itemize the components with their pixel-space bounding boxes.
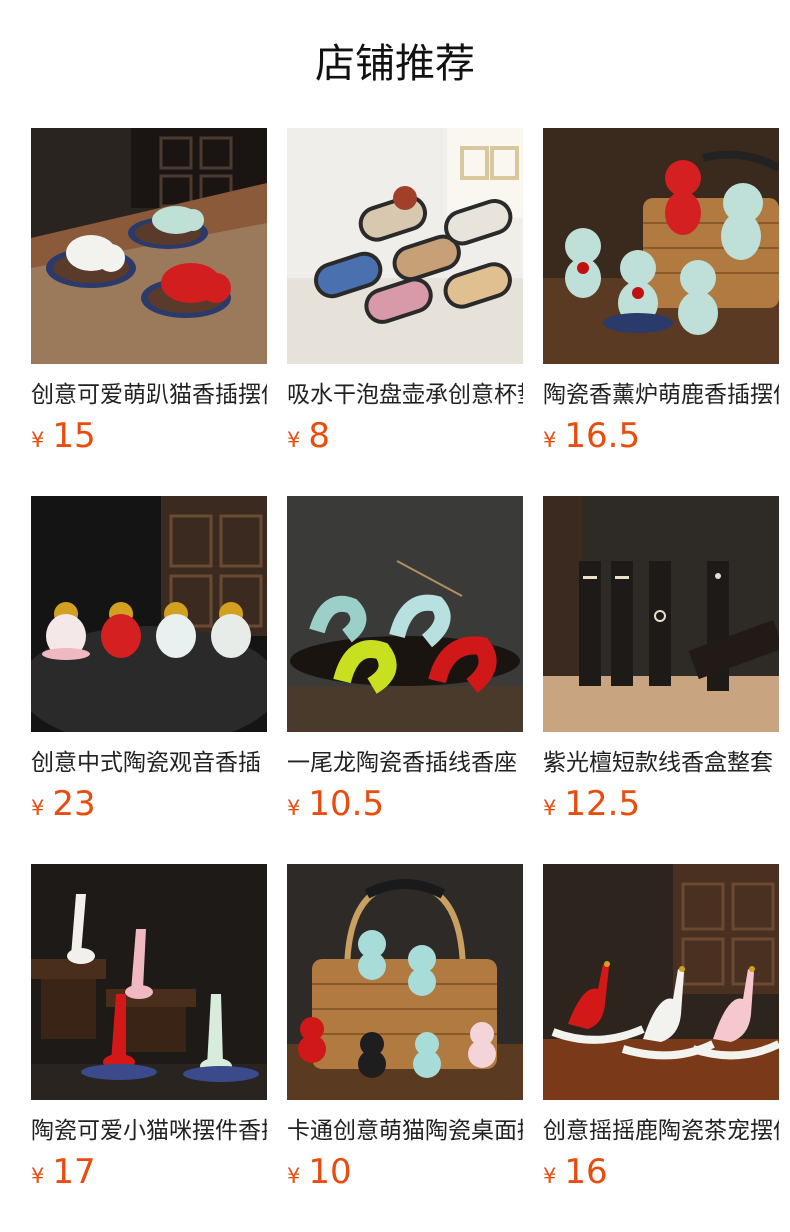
product-name[interactable]: 创意中式陶瓷观音香插 (31, 748, 267, 778)
product-price: ¥8 (287, 416, 523, 456)
price-value: 16 (564, 1152, 608, 1192)
currency-symbol: ¥ (543, 796, 557, 820)
currency-symbol: ¥ (543, 1164, 557, 1188)
currency-symbol: ¥ (287, 1164, 301, 1188)
price-value: 17 (52, 1152, 96, 1192)
currency-symbol: ¥ (31, 1164, 45, 1188)
product-card[interactable]: 创意可爱萌趴猫香插摆件 ¥15 (31, 128, 267, 456)
product-image[interactable] (287, 128, 523, 364)
product-name[interactable]: 一尾龙陶瓷香插线香座 (287, 748, 523, 778)
product-card[interactable]: 陶瓷香薰炉萌鹿香插摆件 ¥16.5 (543, 128, 779, 456)
product-card[interactable]: 陶瓷可爱小猫咪摆件香插 ¥17 (31, 864, 267, 1192)
price-value: 12.5 (564, 784, 641, 824)
currency-symbol: ¥ (543, 428, 557, 452)
section-title: 店铺推荐 (315, 41, 475, 87)
product-image[interactable] (31, 128, 267, 364)
price-value: 8 (308, 416, 331, 456)
price-value: 23 (52, 784, 96, 824)
wooden-incense-boxes-icon (543, 496, 779, 732)
product-price: ¥10 (287, 1152, 523, 1192)
product-card[interactable]: 卡通创意萌猫陶瓷桌面摆件 ¥10 (287, 864, 523, 1192)
product-image[interactable] (543, 496, 779, 732)
product-name[interactable]: 吸水干泡盘壶承创意杯垫 (287, 380, 523, 410)
price-value: 16.5 (564, 416, 641, 456)
product-image[interactable] (287, 496, 523, 732)
painted-tea-trays-icon (287, 128, 523, 364)
rocking-deer-figurines-icon (543, 864, 779, 1100)
product-name[interactable]: 创意摇摇鹿陶瓷茶宠摆件 (543, 1116, 779, 1146)
product-card[interactable]: 创意摇摇鹿陶瓷茶宠摆件 ¥16 (543, 864, 779, 1192)
ceramic-cats-with-basket-icon (287, 864, 523, 1100)
product-price: ¥15 (31, 416, 267, 456)
product-name[interactable]: 创意可爱萌趴猫香插摆件 (31, 380, 267, 410)
product-price: ¥10.5 (287, 784, 523, 824)
product-price: ¥16 (543, 1152, 779, 1192)
product-image[interactable] (31, 864, 267, 1100)
product-price: ¥23 (31, 784, 267, 824)
product-price: ¥16.5 (543, 416, 779, 456)
product-name[interactable]: 卡通创意萌猫陶瓷桌面摆件 (287, 1116, 523, 1146)
currency-symbol: ¥ (287, 428, 301, 452)
product-name[interactable]: 陶瓷香薰炉萌鹿香插摆件 (543, 380, 779, 410)
price-value: 10.5 (308, 784, 385, 824)
currency-symbol: ¥ (31, 428, 45, 452)
price-value: 10 (308, 1152, 352, 1192)
product-image[interactable] (543, 128, 779, 364)
product-card[interactable]: 创意中式陶瓷观音香插 ¥23 (31, 496, 267, 824)
product-card[interactable]: 紫光檀短款线香盒整套 ¥12.5 (543, 496, 779, 824)
product-card[interactable]: 吸水干泡盘壶承创意杯垫 ¥8 (287, 128, 523, 456)
product-card[interactable]: 一尾龙陶瓷香插线香座 ¥10.5 (287, 496, 523, 824)
product-price: ¥17 (31, 1152, 267, 1192)
currency-symbol: ¥ (287, 796, 301, 820)
product-image[interactable] (287, 864, 523, 1100)
currency-symbol: ¥ (31, 796, 45, 820)
product-image[interactable] (543, 864, 779, 1100)
ceramic-kittens-on-stands-icon (31, 864, 267, 1100)
product-name[interactable]: 陶瓷可爱小猫咪摆件香插 (31, 1116, 267, 1146)
ceramic-guanyin-figurines-icon (31, 496, 267, 732)
ceramic-cats-incense-holder-icon (31, 128, 267, 364)
product-name[interactable]: 紫光檀短款线香盒整套 (543, 748, 779, 778)
price-value: 15 (52, 416, 96, 456)
product-price: ¥12.5 (543, 784, 779, 824)
ceramic-deer-figurines-icon (543, 128, 779, 364)
product-image[interactable] (31, 496, 267, 732)
ceramic-dragon-incense-holders-icon (287, 496, 523, 732)
